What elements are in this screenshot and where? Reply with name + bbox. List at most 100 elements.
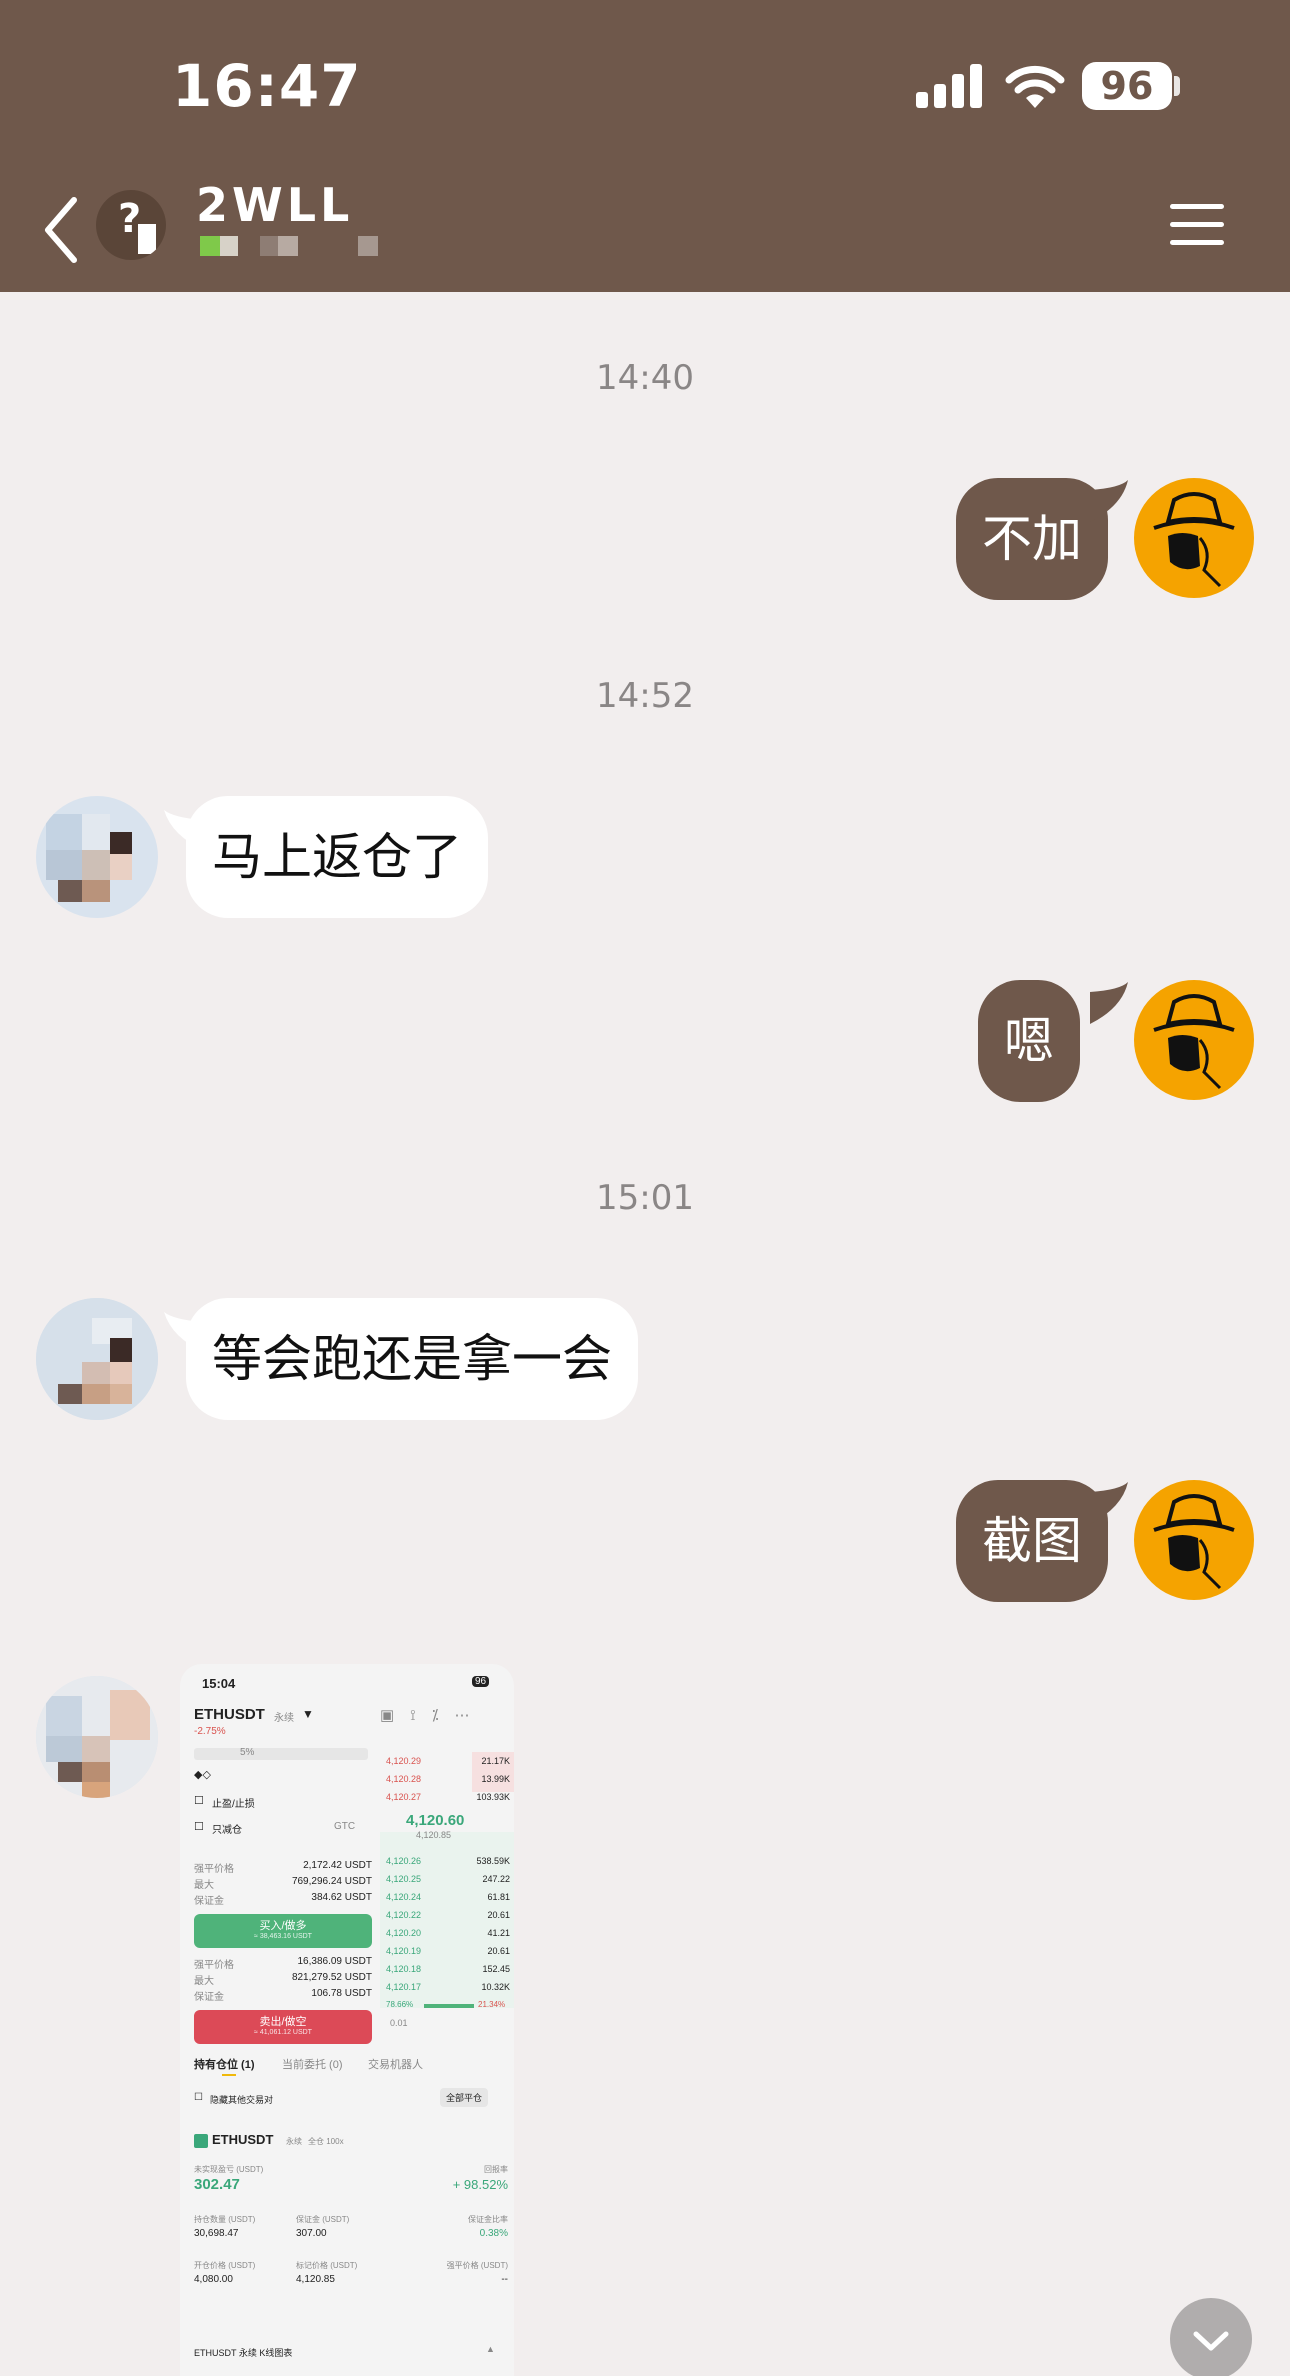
time-separator: 14:40 <box>596 358 694 398</box>
shot-bid-qty: 247.22 <box>482 1874 510 1884</box>
shot-position-type: 永续 <box>286 2137 302 2146</box>
shot-mark-label: 标记价格 (USDT) <box>296 2261 358 2270</box>
shot-margin-ratio: 0.38% <box>479 2228 508 2239</box>
shot-tp-sl: 止盈/止损 <box>212 1799 255 1810</box>
shot-bid-qty: 41.21 <box>487 1928 510 1938</box>
shot-ratio-buy: 78.66% <box>386 2000 414 2009</box>
shot-position-mode: 全仓 100x <box>308 2137 344 2146</box>
shot-ask-qty: 103.93K <box>476 1792 510 1802</box>
time-separator: 15:01 <box>596 1178 694 1218</box>
battery-indicator: 96 <box>1082 62 1172 110</box>
shot-depth-step: 0.01 <box>390 2018 408 2028</box>
shot-ratio-sell: 21.34% <box>478 2000 506 2009</box>
shot-row-label: 最大 <box>194 1880 214 1891</box>
shot-sell-button: 卖出/做空 ≈ 41,061.12 USDT <box>194 2010 372 2044</box>
shot-margin-ratio-label: 保证金比率 <box>468 2215 508 2224</box>
shot-margin: 307.00 <box>296 2228 327 2239</box>
peer-avatar[interactable] <box>36 796 158 918</box>
shot-row-label: 强平价格 <box>194 1864 234 1875</box>
shot-leverage-slider <box>194 1748 368 1760</box>
shot-ask-price: 4,120.29 <box>386 1756 422 1766</box>
shot-bid-price: 4,120.17 <box>386 1982 422 1992</box>
shot-bid-qty: 20.61 <box>487 1946 510 1956</box>
shot-bid-qty: 152.45 <box>482 1964 510 1974</box>
status-time: 16:47 <box>172 52 362 120</box>
wifi-icon <box>1005 65 1065 108</box>
shot-tab-underline <box>222 2074 236 2076</box>
shot-checkbox-icon: ☐ <box>194 1821 204 1833</box>
shot-slider-handle-icon: ◆◇ <box>194 1769 211 1781</box>
shot-position-symbol: ETHUSDT <box>212 2132 274 2147</box>
shot-status-time: 15:04 <box>202 1676 236 1691</box>
shot-pnl-label: 未实现盈亏 (USDT) <box>194 2165 264 2174</box>
shot-row-value: 106.78 USDT <box>311 1988 372 1999</box>
scroll-to-bottom-button[interactable] <box>1170 2298 1252 2376</box>
shot-checkbox-icon: ☐ <box>194 1795 204 1807</box>
shot-ask-qty: 21.17K <box>481 1756 510 1766</box>
shot-mark: 4,120.85 <box>296 2274 335 2285</box>
shot-checkbox-icon: ☐ <box>194 2092 203 2103</box>
peer-avatar[interactable] <box>36 1298 158 1420</box>
shot-row-value: 16,386.09 USDT <box>297 1956 373 1967</box>
shot-row-value: 2,172.42 USDT <box>303 1860 372 1871</box>
contact-avatar[interactable]: ? <box>96 190 166 260</box>
message-bubble-outgoing[interactable]: 嗯 <box>978 980 1080 1102</box>
my-avatar[interactable] <box>1134 1480 1254 1600</box>
shot-tab-orders: 当前委托 (0) <box>282 2059 343 2071</box>
shot-bid-qty: 10.32K <box>481 1982 510 1992</box>
shot-size-label: 持仓数量 (USDT) <box>194 2215 256 2224</box>
shot-mid-price: 4,120.60 <box>406 1812 465 1829</box>
shot-bid-price: 4,120.24 <box>386 1892 422 1902</box>
shot-sell-sub: ≈ 41,061.12 USDT <box>254 2029 312 2036</box>
my-avatar[interactable] <box>1134 980 1254 1100</box>
shot-change: -2.75% <box>194 1726 226 1737</box>
shot-bid-qty: 538.59K <box>476 1856 510 1866</box>
contact-status-mosaic <box>196 224 396 284</box>
shot-entry: 4,080.00 <box>194 2274 233 2285</box>
shot-buy-button: 买入/做多 ≈ 38,463.16 USDT <box>194 1914 372 1948</box>
shot-ask-price: 4,120.28 <box>386 1774 422 1784</box>
menu-icon[interactable] <box>1170 204 1224 246</box>
time-separator: 14:52 <box>596 676 694 716</box>
shot-bid-price: 4,120.25 <box>386 1874 422 1884</box>
message-bubble-incoming[interactable]: 马上返仓了 <box>186 796 488 918</box>
shot-kline-label: ETHUSDT 永续 K线图表 <box>194 2348 293 2358</box>
my-avatar[interactable] <box>1134 478 1254 598</box>
shot-ratio-bar <box>424 2004 474 2008</box>
shot-entry-label: 开仓价格 (USDT) <box>194 2261 256 2270</box>
shot-pnl: 302.47 <box>194 2176 240 2193</box>
bubble-tail <box>1090 1482 1128 1524</box>
shot-row-label: 保证金 <box>194 1896 224 1907</box>
hat-mask-avatar-icon <box>1153 492 1235 588</box>
shot-row-value: 384.62 USDT <box>311 1892 372 1903</box>
message-bubble-incoming[interactable]: 等会跑还是拿一会 <box>186 1298 638 1420</box>
shot-buy-sub: ≈ 38,463.16 USDT <box>254 1933 312 1940</box>
shot-tab-positions: 持有仓位 (1) <box>194 2059 255 2071</box>
shot-liq: -- <box>501 2274 508 2285</box>
hat-mask-avatar-icon <box>1153 1494 1235 1590</box>
shot-ask-qty: 13.99K <box>481 1774 510 1784</box>
shot-bid-qty: 61.81 <box>487 1892 510 1902</box>
shot-reduce-only: 只减仓 <box>212 1825 242 1836</box>
peer-avatar[interactable] <box>36 1676 158 1798</box>
shot-battery: 96 <box>472 1676 490 1687</box>
shot-size: 30,698.47 <box>194 2228 239 2239</box>
bubble-tail <box>1090 982 1128 1024</box>
shot-row-label: 保证金 <box>194 1992 224 2003</box>
shot-margin-label: 保证金 (USDT) <box>296 2215 350 2224</box>
shot-liq-label: 强平价格 (USDT) <box>446 2261 508 2270</box>
message-bubble-outgoing[interactable]: 截图 <box>956 1480 1108 1602</box>
message-bubble-outgoing[interactable]: 不加 <box>956 478 1108 600</box>
back-icon[interactable] <box>40 196 88 264</box>
bubble-tail <box>1090 480 1128 522</box>
battery-tip <box>1174 76 1180 96</box>
screenshot-image-message[interactable]: 15:04 96 ETHUSDT 永续 ▼ -2.75% ▣⟟⁒⋯ 5% ◆◇ … <box>180 1664 514 2376</box>
chevron-down-icon <box>1193 2331 1229 2351</box>
shot-buy-label: 买入/做多 <box>259 1920 307 1932</box>
shot-collapse-icon: ▲ <box>486 2344 495 2354</box>
shot-row-value: 821,279.52 USDT <box>291 1972 372 1983</box>
shot-bid-price: 4,120.22 <box>386 1910 422 1920</box>
shot-bid-price: 4,120.19 <box>386 1946 422 1956</box>
shot-bid-price: 4,120.20 <box>386 1928 422 1938</box>
shot-bid-qty: 20.61 <box>487 1910 510 1920</box>
